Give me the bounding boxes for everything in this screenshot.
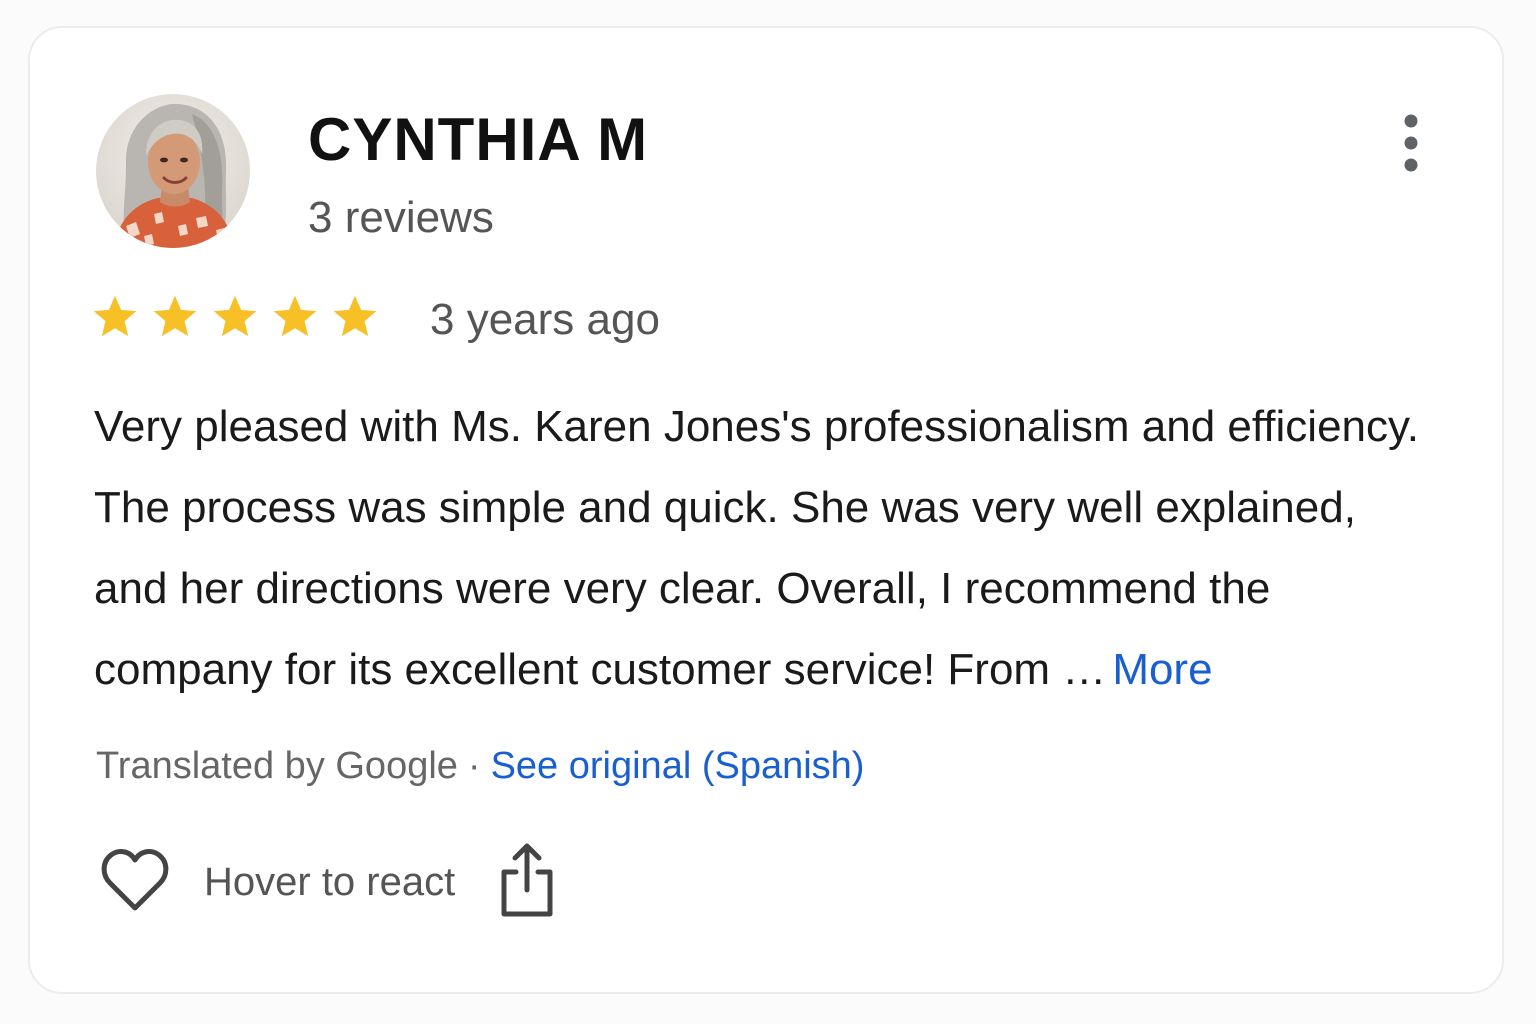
avatar-photo xyxy=(96,94,250,248)
review-line-last: company for its excellent customer servi… xyxy=(94,629,1424,710)
more-options-button[interactable] xyxy=(1390,112,1432,174)
see-original-link[interactable]: See original (Spanish) xyxy=(491,745,865,787)
review-line-text: company for its excellent customer servi… xyxy=(94,645,1107,694)
review-line: and her directions were very clear. Over… xyxy=(94,564,1271,613)
heart-icon xyxy=(101,849,169,911)
star-icon xyxy=(333,295,377,337)
star-icon xyxy=(153,295,197,337)
star-icon xyxy=(213,295,257,337)
star-rating xyxy=(90,292,380,342)
translated-by-label: Translated by Google xyxy=(96,745,458,787)
review-count[interactable]: 3 reviews xyxy=(308,192,494,244)
review-card: CYNTHIA M 3 reviews 3 years ago Very ple… xyxy=(28,26,1504,994)
star-icon xyxy=(93,295,137,337)
react-label[interactable]: Hover to react xyxy=(204,858,455,906)
author-name[interactable]: CYNTHIA M xyxy=(308,106,648,174)
react-button[interactable] xyxy=(100,846,170,916)
more-vert-icon xyxy=(1404,114,1418,172)
avatar[interactable] xyxy=(96,94,250,248)
star-icon xyxy=(273,295,317,337)
share-icon xyxy=(501,843,553,917)
review-text: Very pleased with Ms. Karen Jones's prof… xyxy=(94,386,1424,710)
review-time: 3 years ago xyxy=(430,295,660,344)
share-button[interactable] xyxy=(496,842,558,918)
review-line: The process was simple and quick. She wa… xyxy=(94,483,1356,532)
translation-row: Translated by Google · See original (Spani… xyxy=(96,742,864,790)
review-line: Very pleased with Ms. Karen Jones's prof… xyxy=(94,402,1419,451)
separator-dot: · xyxy=(467,745,481,787)
more-link[interactable]: More xyxy=(1112,645,1212,694)
